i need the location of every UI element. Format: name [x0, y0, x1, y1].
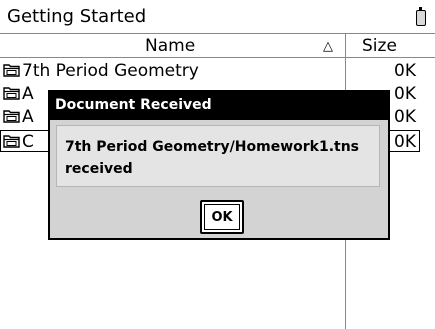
battery-icon	[416, 7, 426, 26]
file-size: 0K	[394, 61, 416, 81]
folder-icon	[3, 87, 20, 100]
dialog-message-line-2: received	[65, 161, 133, 177]
dialog-message: 7th Period Geometry/Homework1.tns receiv…	[65, 136, 375, 180]
folder-icon	[3, 64, 20, 77]
file-size: 0K	[394, 84, 416, 104]
size-column-header[interactable]: Size	[362, 36, 397, 56]
dialog-message-box: 7th Period Geometry/Homework1.tns receiv…	[56, 125, 380, 187]
sort-ascending-icon: △	[323, 39, 333, 54]
file-name: 7th Period Geometry	[22, 61, 199, 81]
folder-icon	[3, 135, 20, 148]
column-header: Name △ Size	[0, 34, 435, 58]
ok-button[interactable]: OK	[200, 200, 244, 234]
document-received-dialog: Document Received 7th Period Geometry/Ho…	[48, 90, 390, 240]
folder-icon	[3, 110, 20, 123]
file-browser-screen: Getting Started Name △ Size 7th Period G…	[0, 0, 435, 329]
dialog-title-bar: Document Received	[50, 92, 388, 120]
ok-button-label: OK	[204, 204, 240, 230]
title-bar: Getting Started	[0, 0, 435, 34]
file-name: A	[22, 107, 34, 127]
file-name: A	[22, 84, 34, 104]
file-size: 0K	[394, 107, 416, 127]
name-column-header[interactable]: Name	[145, 36, 195, 56]
dialog-message-line-1: 7th Period Geometry/Homework1.tns	[65, 139, 360, 155]
folder-title: Getting Started	[7, 6, 147, 27]
file-name: C	[22, 132, 34, 152]
dialog-title: Document Received	[55, 97, 212, 113]
list-item[interactable]: 7th Period Geometry 0K	[0, 60, 435, 82]
file-size: 0K	[394, 132, 416, 152]
